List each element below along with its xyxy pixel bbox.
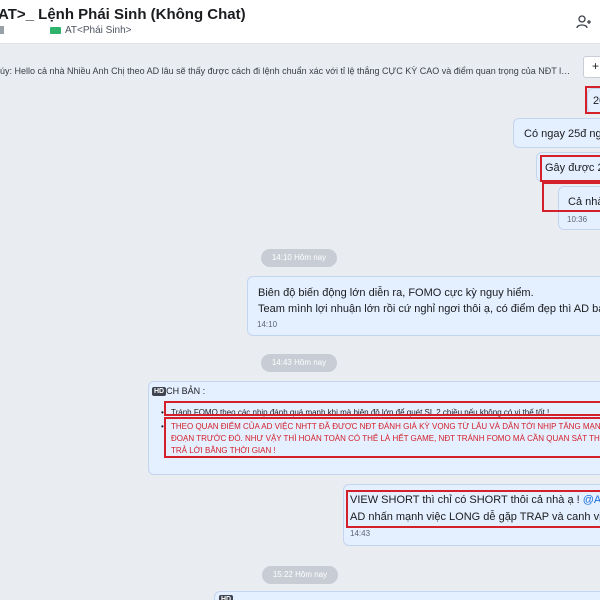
message-bubble[interactable]: VIEW SHORT thì chỉ có SHORT thôi cả nhà …	[343, 484, 600, 546]
message-bubble[interactable]: Gây được 20	[536, 152, 600, 182]
pinned-message-text: úy: Hello cả nhà Nhiều Anh Chị theo AD l…	[0, 66, 575, 76]
message-bubble[interactable]: 20	[587, 88, 600, 114]
warning-line: TRẢ LỜI BẰNG THỜI GIAN !	[171, 446, 276, 455]
message-bubble[interactable]: Có ngay 25đ ngay	[513, 118, 600, 148]
message-text-line2: AD nhấn mạnh việc LONG dễ gặp TRAP và ca…	[350, 511, 600, 523]
warning-line: ĐOẠN TRƯỚC ĐÓ. NHƯ VẬY THÌ HOÀN TOÀN CÓ …	[171, 434, 600, 443]
script-message-bubble[interactable]: HDCH BẢN : Tránh FOMO theo các nhịp đánh…	[148, 381, 600, 475]
chat-title[interactable]: AT>_ Lệnh Phái Sinh (Không Chat)	[0, 6, 246, 23]
message-time: 14:10	[257, 320, 278, 329]
message-text-line2: Team mình lợi nhuận lớn rồi cứ nghỉ ngơi…	[258, 303, 600, 315]
script-heading: HD CH BẢN :	[152, 386, 206, 397]
add-member-icon[interactable]	[576, 14, 592, 30]
message-text: Gây được 20	[545, 162, 600, 174]
group-tag[interactable]: AT<Phái Sinh>	[50, 25, 132, 36]
message-bubble[interactable]: Biên độ biến động lớn diễn ra, FOMO cực …	[247, 276, 600, 336]
message-text: Có ngay 25đ ngay	[524, 128, 600, 140]
pin-expand-button[interactable]: +	[583, 56, 600, 78]
chat-header: AT>_ Lệnh Phái Sinh (Không Chat) AT<Phái…	[0, 0, 600, 44]
date-separator: 14:43 Hôm nay	[261, 354, 337, 372]
script-list: Tránh FOMO theo các nhịp đánh quá mạnh k…	[161, 407, 600, 457]
hd-badge: HD	[219, 595, 234, 600]
message-text-line1: VIEW SHORT thì chỉ có SHORT thôi cả nhà …	[350, 494, 600, 506]
message-time: 14:43	[350, 529, 371, 538]
warning-line: THEO QUAN ĐIỂM CỦA AD VIỆC NHTT ĐÃ ĐƯỢC …	[171, 422, 600, 431]
group-tag-label: AT<Phái Sinh>	[65, 25, 132, 36]
date-separator: 15:22 Hôm nay	[262, 566, 338, 584]
message-text: VIEW SHORT thì chỉ có SHORT thôi cả nhà …	[350, 494, 580, 506]
script-bullet-warning: THEO QUAN ĐIỂM CỦA AD VIỆC NHTT ĐÃ ĐƯỢC …	[161, 421, 600, 457]
message-text-line1: Biên độ biến động lớn diễn ra, FOMO cực …	[258, 287, 534, 299]
message-bubble-partial[interactable]: HD	[214, 591, 600, 600]
message-bubble[interactable]: Cả nhà 10:36	[558, 186, 600, 230]
message-time: 10:36	[567, 215, 588, 224]
message-text: 20	[593, 95, 600, 107]
script-heading-text: CH BẢN :	[166, 386, 206, 396]
pinned-message-bar[interactable]: úy: Hello cả nhà Nhiều Anh Chị theo AD l…	[0, 55, 600, 87]
hd-badge: HD	[152, 387, 167, 397]
member-indicator	[0, 26, 4, 34]
tag-icon	[50, 27, 61, 34]
script-bullet: Tránh FOMO theo các nhịp đánh quá mạnh k…	[161, 407, 600, 419]
message-text: Cả nhà	[568, 196, 600, 208]
script-bullet-text: Tránh FOMO theo các nhịp đánh quá mạnh k…	[171, 408, 550, 417]
mention-all[interactable]: @All	[583, 494, 600, 506]
date-separator: 14:10 Hôm nay	[261, 249, 337, 267]
